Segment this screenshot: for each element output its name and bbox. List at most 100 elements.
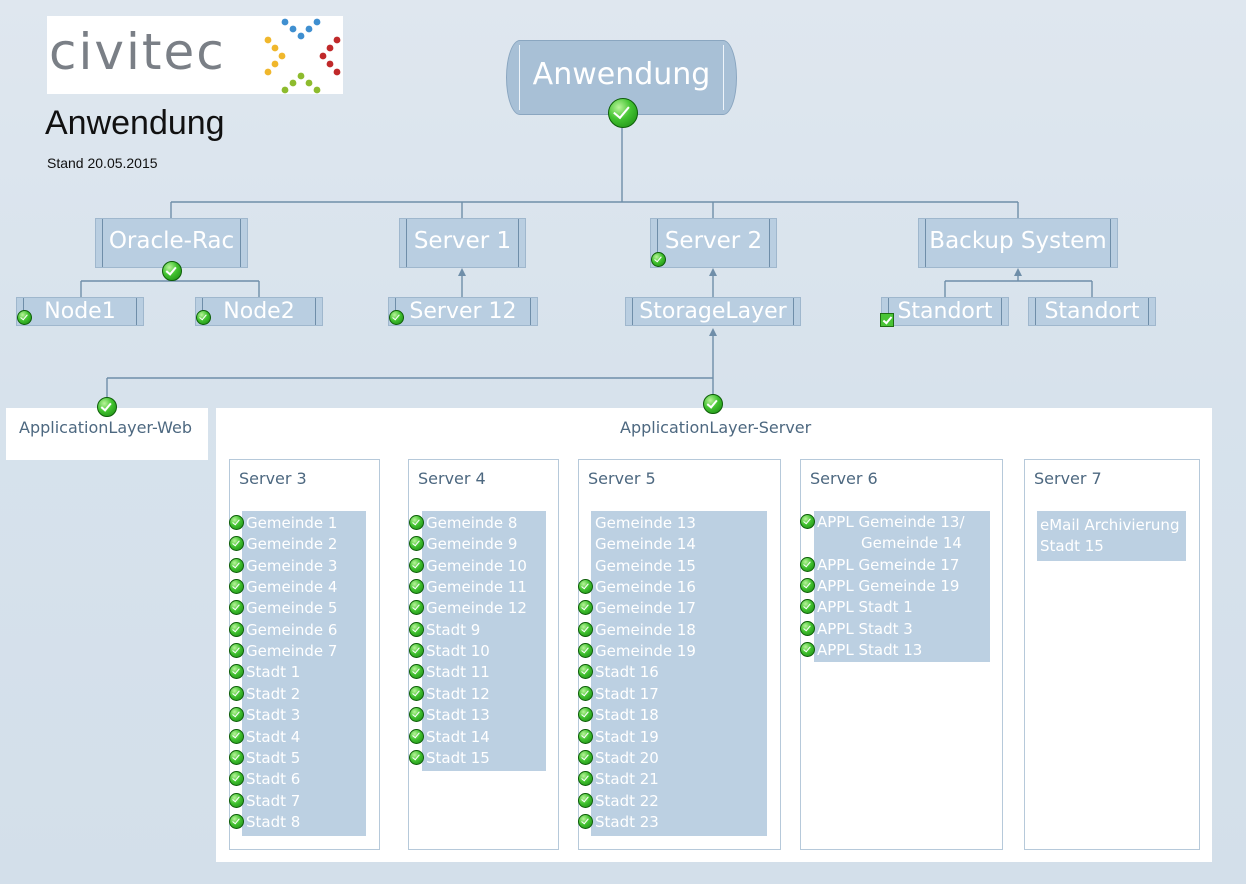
server-list-item[interactable]: Gemeinde 2 (229, 534, 337, 554)
node-backup-system[interactable]: Backup System (918, 218, 1118, 268)
server-list-item[interactable]: Stadt 19 (578, 727, 659, 747)
server-list-item[interactable]: Stadt 15 (1040, 536, 1104, 556)
server-list-item[interactable]: Gemeinde 4 (229, 577, 337, 597)
status-ok-icon (229, 557, 244, 573)
list-item-label: Stadt 19 (595, 727, 659, 746)
node-node2[interactable]: Node2 (195, 297, 323, 326)
list-item-label: Stadt 7 (246, 791, 301, 810)
server-list-item[interactable]: Gemeinde 15 (595, 556, 696, 576)
status-ok-icon (162, 261, 182, 281)
list-item-label: Stadt 5 (246, 748, 301, 767)
server-list-item[interactable]: Stadt 7 (229, 791, 301, 811)
server-list-item[interactable]: Stadt 3 (229, 705, 300, 725)
node-node1[interactable]: Node1 (16, 297, 144, 326)
status-ok-icon (229, 579, 244, 595)
status-ok-icon (409, 643, 424, 659)
node-server-12[interactable]: Server 12 (388, 297, 538, 326)
server-list-item[interactable]: Gemeinde 9 (409, 534, 518, 554)
status-ok-icon (578, 792, 593, 808)
node-label: StorageLayer (639, 299, 787, 324)
node-label: Node2 (223, 299, 295, 324)
server-list-item[interactable]: Gemeinde 17 (578, 598, 696, 618)
server-list-item[interactable]: Stadt 12 (409, 684, 490, 704)
server-list-item[interactable]: Stadt 4 (229, 727, 301, 747)
node-storage-layer[interactable]: StorageLayer (625, 297, 801, 326)
server-list-item[interactable]: Gemeinde 19 (578, 641, 696, 661)
server-list-item[interactable]: Stadt 21 (578, 769, 659, 789)
server-list-item[interactable]: Gemeinde 12 (409, 598, 527, 618)
server-list-item[interactable]: Stadt 6 (229, 769, 300, 789)
status-ok-square-icon (880, 313, 894, 327)
status-ok-icon (409, 557, 424, 573)
server-list-item[interactable]: Stadt 2 (229, 684, 300, 704)
status-ok-icon (800, 514, 815, 529)
node-label: Standort (1044, 299, 1140, 324)
server-list-item[interactable]: APPL Gemeinde 17 (800, 555, 959, 575)
server-list-item[interactable]: Stadt 11 (409, 662, 490, 682)
list-item-label: Stadt 4 (246, 727, 301, 746)
server-list-item[interactable]: Stadt 15 (409, 748, 490, 768)
node-server-1[interactable]: Server 1 (399, 218, 526, 268)
server-list-item[interactable]: Stadt 1 (229, 662, 300, 682)
server-list-item[interactable]: Gemeinde 13 (595, 513, 696, 533)
list-item-label: Stadt 12 (426, 684, 490, 703)
server-list-item[interactable]: APPL Stadt 13 (800, 640, 922, 660)
server-list-item[interactable]: Stadt 13 (409, 705, 490, 725)
server-list-item[interactable]: Gemeinde 7 (229, 641, 338, 661)
node-label: Server 2 (664, 228, 763, 254)
server-list-item[interactable]: APPL Gemeinde 19 (800, 576, 960, 596)
server-list-item[interactable]: Gemeinde 3 (229, 556, 337, 576)
server-list-item[interactable]: Stadt 16 (578, 662, 659, 682)
server-list-item[interactable]: Stadt 14 (409, 727, 490, 747)
status-ok-icon (800, 556, 815, 572)
server-list-item[interactable]: eMail Archivierung (1040, 515, 1179, 535)
application-layer-web-label: ApplicationLayer-Web (19, 418, 192, 437)
server-list-item[interactable]: Stadt 20 (578, 748, 659, 768)
status-ok-icon (229, 813, 244, 829)
server-list-item[interactable]: Gemeinde 16 (578, 577, 696, 597)
list-item-label: Stadt 9 (426, 620, 481, 639)
status-ok-icon (229, 515, 244, 530)
server-list-item[interactable]: Stadt 23 (578, 812, 659, 832)
server-list-item[interactable]: Gemeinde 8 (409, 513, 518, 533)
server-list-item[interactable]: Gemeinde 18 (578, 620, 696, 640)
list-item-label: Gemeinde 9 (426, 535, 518, 554)
list-item-label: APPL Gemeinde 19 (817, 577, 960, 596)
server-list-item[interactable]: Gemeinde 14 (861, 533, 962, 553)
node-standort-1[interactable]: Standort (881, 297, 1009, 326)
server-list-item[interactable]: Stadt 8 (229, 812, 300, 832)
status-ok-icon (800, 620, 815, 636)
server-list-item[interactable]: Stadt 17 (578, 684, 659, 704)
list-item-label: Gemeinde 6 (246, 620, 338, 639)
application-layer-server-label: ApplicationLayer-Server (620, 418, 812, 437)
node-label: Oracle-Rac (108, 228, 235, 254)
server-list-item[interactable]: Stadt 22 (578, 791, 659, 811)
server-list-item[interactable]: APPL Gemeinde 13/ (800, 512, 965, 532)
page-title: Anwendung (45, 104, 225, 142)
server-list-item[interactable]: Gemeinde 10 (409, 556, 527, 576)
server-list-item[interactable]: Gemeinde 5 (229, 598, 337, 618)
node-server-2[interactable]: Server 2 (650, 218, 777, 268)
server-list-item[interactable]: Stadt 18 (578, 705, 659, 725)
server-list-item[interactable]: Gemeinde 1 (229, 513, 337, 533)
list-item-label: Stadt 15 (1040, 537, 1104, 555)
server-list-item[interactable]: Gemeinde 14 (595, 534, 696, 554)
list-item-label: eMail Archivierung (1040, 516, 1180, 534)
server-list-item[interactable]: Gemeinde 6 (229, 620, 338, 640)
list-item-label: Gemeinde 15 (595, 556, 696, 575)
node-label: Standort (897, 299, 993, 324)
server-list-item[interactable]: Gemeinde 11 (409, 577, 527, 597)
server-list-item[interactable]: Stadt 10 (409, 641, 490, 661)
server-list-item[interactable]: Stadt 5 (229, 748, 301, 768)
list-item-label: Gemeinde 7 (246, 642, 338, 661)
status-ok-icon (409, 621, 424, 637)
list-item-label: Gemeinde 8 (426, 514, 518, 532)
column-title: Server 5 (588, 469, 656, 488)
server-list-item[interactable]: APPL Stadt 3 (800, 619, 913, 639)
server-list-item[interactable]: Stadt 9 (409, 620, 481, 640)
list-item-label: Stadt 11 (426, 663, 490, 682)
server-list-item[interactable]: APPL Stadt 1 (800, 597, 913, 617)
status-ok-icon (703, 394, 723, 414)
node-standort-2[interactable]: Standort (1028, 297, 1156, 326)
list-item-label: Gemeinde 19 (595, 642, 696, 661)
